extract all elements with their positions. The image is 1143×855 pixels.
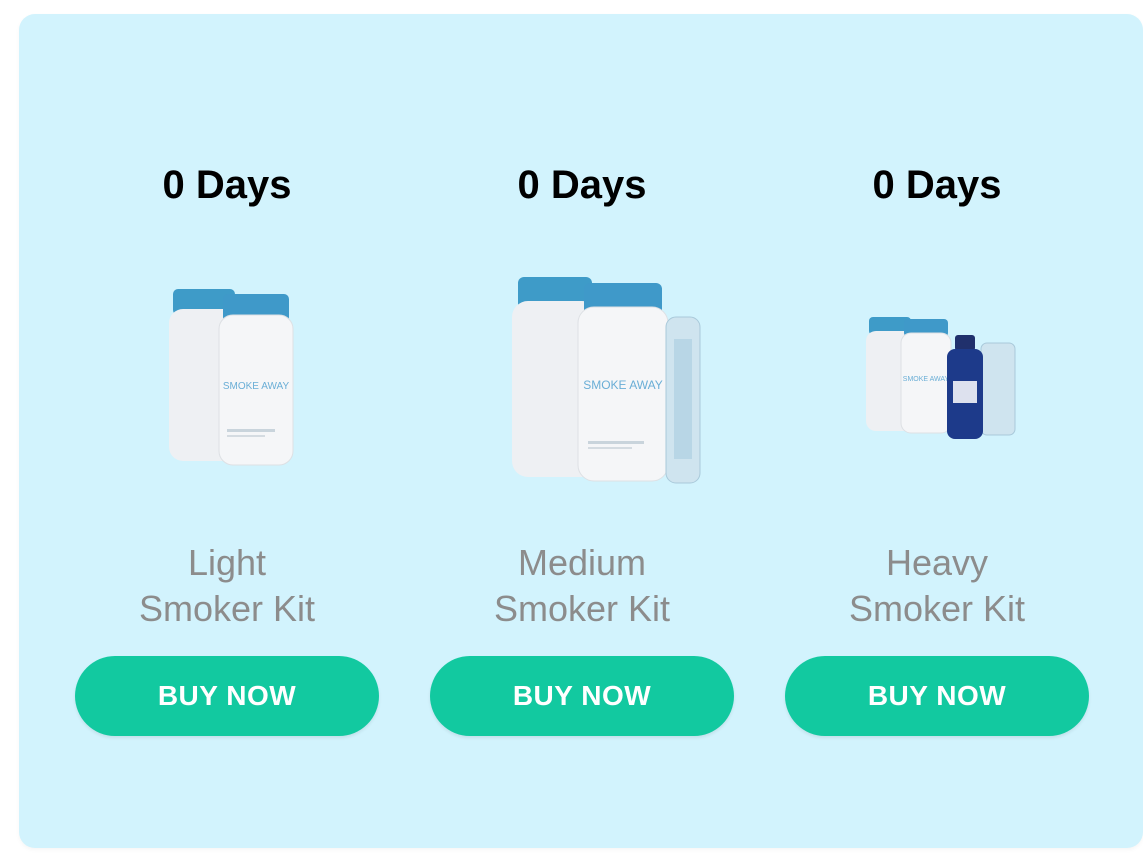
bottle-label: SMOKE AWAY	[583, 378, 663, 392]
product-card-light: 0 Days SMOKE AWAY Light Smoker Kit BUY N…	[57, 14, 397, 848]
bottle-label: SMOKE AWAY	[223, 381, 290, 392]
product-image-medium-kit: SMOKE AWAY	[452, 249, 712, 499]
buy-now-button-light[interactable]: BUY NOW	[75, 656, 379, 736]
kit-name-line2: Smoker Kit	[138, 588, 316, 629]
kit-name-line1: Medium	[517, 542, 647, 583]
buy-now-button-heavy[interactable]: BUY NOW	[785, 656, 1089, 736]
days-counter: 0 Days	[162, 163, 292, 207]
bottle-label: SMOKE AWAY	[903, 376, 950, 383]
buy-now-button-medium[interactable]: BUY NOW	[430, 656, 734, 736]
kit-name-line1: Heavy	[885, 542, 989, 583]
product-panel: 0 Days SMOKE AWAY Light Smoker Kit BUY N…	[19, 14, 1143, 848]
kit-name: Heavy Smoker Kit	[767, 540, 1107, 632]
kit-name-line1: Light	[187, 542, 267, 583]
product-image-light-kit: SMOKE AWAY	[97, 249, 357, 499]
days-counter: 0 Days	[517, 163, 647, 207]
kit-name-line2: Smoker Kit	[848, 588, 1026, 629]
kit-name: Light Smoker Kit	[57, 540, 397, 632]
days-counter: 0 Days	[872, 163, 1002, 207]
product-card-heavy: 0 Days SMOKE AWAY Heavy Smoker Kit BUY N…	[767, 14, 1107, 848]
kit-name: Medium Smoker Kit	[412, 540, 752, 632]
product-card-medium: 0 Days SMOKE AWAY Medium Smoker Kit BUY …	[412, 14, 752, 848]
kit-name-line2: Smoker Kit	[493, 588, 671, 629]
product-image-heavy-kit: SMOKE AWAY	[807, 249, 1067, 499]
